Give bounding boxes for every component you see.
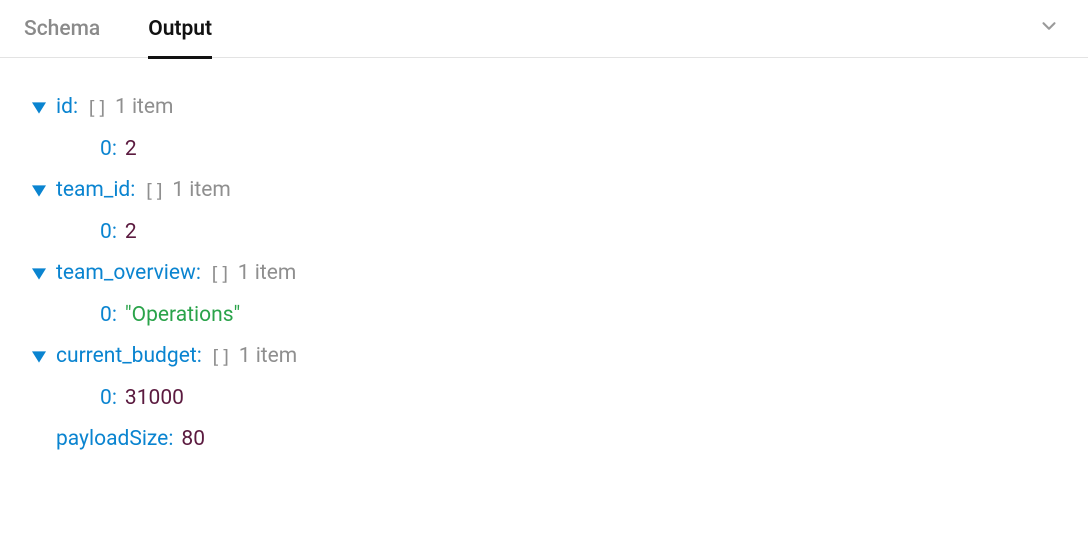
array-brackets: []	[143, 177, 164, 206]
tree-node: id: [] 1 item	[30, 92, 1058, 124]
toggle-button[interactable]	[30, 350, 48, 364]
collapse-panel-button[interactable]	[1034, 11, 1064, 47]
item-count: 1 item	[239, 341, 298, 373]
toggle-button[interactable]	[30, 267, 48, 281]
tree-key: team_overview	[56, 261, 196, 285]
toggle-button[interactable]	[30, 101, 48, 115]
triangle-down-icon	[32, 184, 46, 198]
tree-child: 0: "Operations"	[30, 300, 1058, 332]
tree-child: 0: 2	[30, 134, 1058, 166]
tab-output-label: Output	[148, 17, 212, 41]
triangle-down-icon	[32, 350, 46, 364]
array-index: 0	[100, 303, 112, 327]
tree-key: current_budget	[56, 344, 197, 368]
array-brackets: []	[86, 94, 107, 123]
tree-value: 80	[181, 424, 205, 456]
tree-value: "Operations"	[125, 300, 240, 332]
triangle-down-icon	[32, 267, 46, 281]
array-index: 0	[100, 137, 112, 161]
tree-key: payloadSize	[56, 427, 168, 451]
tree-value: 31000	[125, 383, 184, 415]
tab-output[interactable]: Output	[148, 0, 212, 58]
tree-child: 0: 2	[30, 217, 1058, 249]
tree-leaf: payloadSize: 80	[30, 424, 1058, 456]
item-count: 1 item	[172, 175, 231, 207]
tree-value: 2	[125, 134, 137, 166]
item-count: 1 item	[238, 258, 297, 290]
chevron-down-icon	[1038, 15, 1060, 37]
tab-schema-label: Schema	[24, 17, 100, 41]
array-index: 0	[100, 386, 112, 410]
tree-child: 0: 31000	[30, 383, 1058, 415]
tab-schema[interactable]: Schema	[24, 0, 100, 58]
array-brackets: []	[209, 260, 230, 289]
tree-key: team_id	[56, 178, 130, 202]
colon: :	[197, 344, 202, 368]
colon: :	[112, 303, 117, 327]
colon: :	[112, 137, 117, 161]
tree-node: current_budget: [] 1 item	[30, 341, 1058, 373]
toggle-button[interactable]	[30, 184, 48, 198]
triangle-down-icon	[32, 101, 46, 115]
array-brackets: []	[210, 343, 231, 372]
item-count: 1 item	[115, 92, 174, 124]
array-index: 0	[100, 220, 112, 244]
colon: :	[112, 386, 117, 410]
colon: :	[168, 427, 173, 451]
colon: :	[196, 261, 201, 285]
colon: :	[112, 220, 117, 244]
tree-key: id	[56, 95, 73, 119]
tree-node: team_overview: [] 1 item	[30, 258, 1058, 290]
tab-bar: Schema Output	[0, 0, 1088, 58]
output-tree: id: [] 1 item 0: 2 team_id: [] 1 item 0:…	[0, 58, 1088, 456]
tree-value: 2	[125, 217, 137, 249]
colon: :	[73, 95, 78, 119]
tree-node: team_id: [] 1 item	[30, 175, 1058, 207]
colon: :	[130, 178, 135, 202]
